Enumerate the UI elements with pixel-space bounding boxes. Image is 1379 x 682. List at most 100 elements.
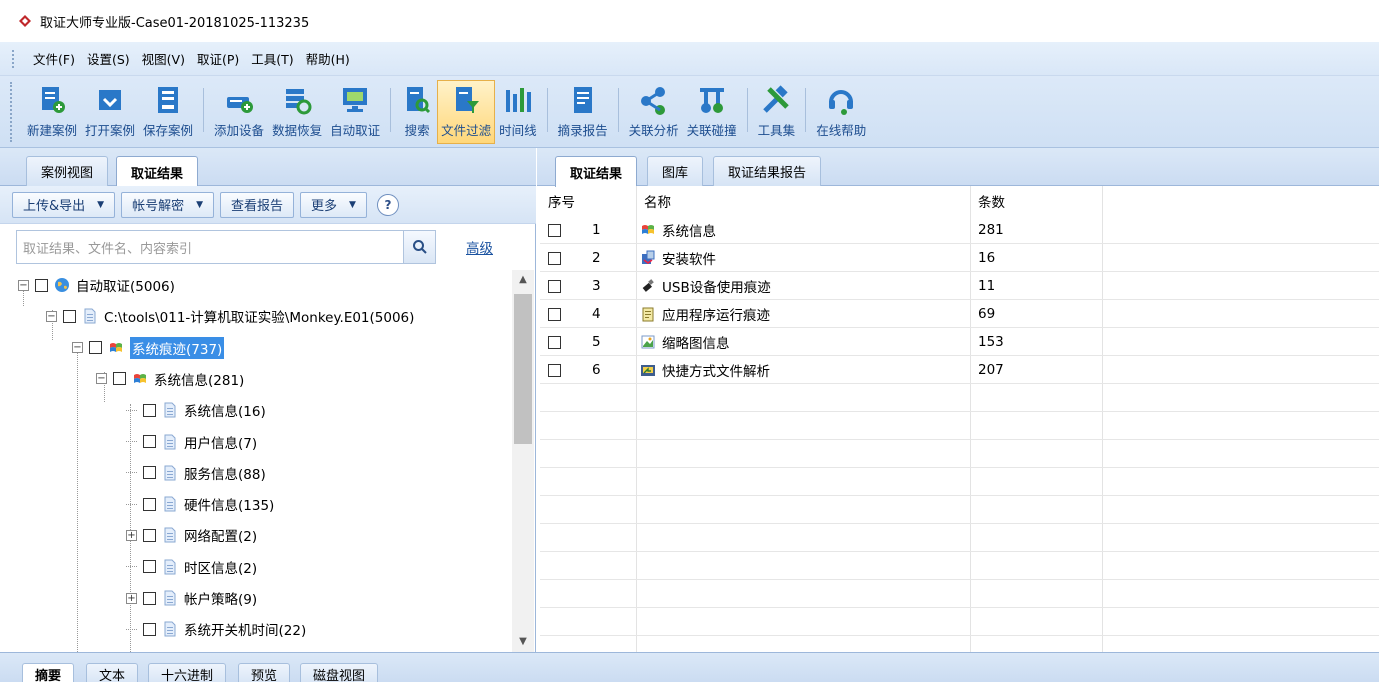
tree-checkbox[interactable] [143, 591, 156, 605]
tree-checkbox[interactable] [113, 372, 126, 386]
tree-node-label: 系统信息(16) [184, 404, 266, 421]
tree-checkbox[interactable] [143, 435, 156, 448]
row-checkbox[interactable] [548, 363, 561, 377]
association-analysis-button[interactable]: 关联分析 [625, 80, 683, 144]
association-collision-button[interactable]: 关联碰撞 [683, 80, 741, 144]
auto-forensics-button[interactable]: 自动取证 [326, 80, 384, 144]
tree-node[interactable]: 硬件信息(135) [126, 493, 274, 515]
new-case-button[interactable]: 新建案例 [23, 80, 81, 144]
tree-node[interactable]: 用户信息(7) [126, 431, 257, 453]
tree-checkbox[interactable] [63, 309, 76, 323]
tab-results[interactable]: 取证结果 [555, 156, 638, 187]
tree-node[interactable]: 系统开关机时间(22) [126, 618, 306, 640]
tree-node[interactable]: − 自动取证(5006) [18, 274, 175, 296]
menu-tools[interactable]: 工具(T) [245, 49, 299, 68]
open-case-button[interactable]: 打开案例 [81, 80, 139, 144]
tree-checkbox[interactable] [89, 341, 102, 355]
toolkit-button[interactable]: 工具集 [754, 80, 800, 144]
menu-settings[interactable]: 设置(S) [81, 49, 136, 68]
file-filter-button[interactable]: 文件过滤 [437, 80, 496, 144]
row-checkbox[interactable] [548, 251, 561, 265]
tree-checkbox[interactable] [143, 528, 156, 542]
tree-node[interactable]: 服务信息(88) [126, 462, 266, 484]
new-case-label: 新建案例 [27, 123, 78, 138]
table-row[interactable]: 4 应用程序运行痕迹 69 [540, 300, 1379, 328]
tree-node[interactable]: + 帐户策略(9) [126, 587, 257, 609]
collapse-icon[interactable]: − [46, 310, 57, 322]
tree-branch-line [126, 628, 137, 630]
collapse-icon[interactable]: − [72, 342, 83, 354]
menu-bar: 文件(F) 设置(S) 视图(V) 取证(P) 工具(T) 帮助(H) [0, 42, 1379, 76]
tree-checkbox[interactable] [143, 466, 156, 480]
row-name-cell: USB设备使用痕迹 [640, 272, 771, 300]
advanced-search-link[interactable]: 高级 [466, 237, 493, 257]
column-header[interactable]: 条数 [970, 186, 1102, 216]
tree-node[interactable]: 系统信息(16) [126, 399, 266, 421]
row-name: 缩略图信息 [662, 336, 730, 352]
collapse-icon[interactable]: − [96, 373, 107, 385]
tree-node[interactable]: 时区信息(2) [126, 556, 257, 578]
table-row[interactable]: 2 安装软件 16 [540, 244, 1379, 272]
menu-file[interactable]: 文件(F) [27, 49, 81, 68]
account-decrypt-button[interactable]: 帐号解密 ▼ [121, 191, 214, 218]
tab-gallery[interactable]: 图库 [647, 156, 704, 186]
data-recovery-button[interactable]: 数据恢复 [268, 80, 326, 144]
tree-node[interactable]: + 网络配置(2) [126, 524, 257, 546]
tree-scrollbar[interactable]: ▲ ▼ [512, 270, 534, 652]
title-bar: 取证大师专业版-Case01-20181025-113235 [0, 0, 1379, 42]
toolbar-separator [390, 88, 392, 132]
expand-icon[interactable]: + [126, 592, 137, 604]
save-case-button[interactable]: 保存案例 [139, 80, 197, 144]
online-help-button[interactable]: 在线帮助 [812, 80, 870, 144]
expand-icon[interactable]: + [126, 529, 137, 541]
tab-preview[interactable]: 预览 [238, 663, 291, 682]
excerpt-report-button[interactable]: 摘录报告 [554, 80, 612, 144]
search-input[interactable]: 取证结果、文件名、内容索引 [16, 230, 404, 264]
tab-summary[interactable]: 摘要 [22, 663, 75, 682]
tab-case-view[interactable]: 案例视图 [26, 156, 109, 186]
tree-checkbox[interactable] [35, 278, 48, 292]
tree-checkbox[interactable] [143, 622, 156, 636]
menu-forensics[interactable]: 取证(P) [191, 49, 245, 68]
scroll-down-icon[interactable]: ▼ [512, 632, 534, 652]
more-button[interactable]: 更多 ▼ [300, 191, 367, 218]
tree-checkbox[interactable] [143, 560, 156, 574]
row-checkbox[interactable] [548, 307, 561, 321]
upload-export-button[interactable]: 上传&导出 ▼ [12, 191, 116, 218]
tree-branch-line [126, 566, 137, 568]
toolbar-separator [746, 88, 748, 132]
column-header[interactable]: 名称 [636, 186, 970, 216]
row-checkbox-cell [548, 272, 567, 300]
timeline-button[interactable]: 时间线 [495, 80, 541, 144]
tab-hex[interactable]: 十六进制 [148, 663, 227, 682]
column-header[interactable]: 序号 [540, 186, 636, 216]
table-row[interactable]: 6 快捷方式文件解析 207 [540, 356, 1379, 384]
search-submit-button[interactable] [404, 230, 436, 264]
tab-results-report[interactable]: 取证结果报告 [713, 156, 822, 186]
tree-node[interactable]: − C:\tools\011-计算机取证实验\Monkey.E01(5006) [46, 305, 414, 327]
table-row[interactable]: 5 缩略图信息 153 [540, 328, 1379, 356]
row-checkbox[interactable] [548, 335, 561, 349]
tab-disk-view[interactable]: 磁盘视图 [300, 663, 379, 682]
menu-view[interactable]: 视图(V) [136, 49, 191, 68]
row-checkbox[interactable] [548, 279, 561, 293]
scroll-thumb[interactable] [514, 294, 532, 444]
collapse-icon[interactable]: − [18, 279, 29, 291]
search-button[interactable]: 搜索 [397, 80, 437, 144]
menu-help[interactable]: 帮助(H) [300, 49, 356, 68]
scroll-up-icon[interactable]: ▲ [512, 270, 534, 290]
tree-checkbox[interactable] [143, 403, 156, 417]
table-row[interactable]: 1 系统信息 281 [540, 216, 1379, 244]
row-checkbox[interactable] [548, 223, 561, 237]
tree-node[interactable]: − 系统痕迹(737) [72, 336, 225, 359]
tab-forensics-results[interactable]: 取证结果 [116, 156, 199, 187]
tab-text[interactable]: 文本 [86, 663, 139, 682]
add-device-button[interactable]: 添加设备 [210, 80, 268, 144]
help-button[interactable]: ? [376, 193, 399, 216]
tree-node[interactable]: − 系统信息(281) [96, 368, 244, 390]
tree-branch-line [126, 503, 137, 505]
table-row[interactable]: 3 USB设备使用痕迹 11 [540, 272, 1379, 300]
windows-logo-icon [134, 373, 146, 383]
view-report-button[interactable]: 查看报告 [220, 191, 295, 218]
tree-checkbox[interactable] [143, 497, 156, 511]
